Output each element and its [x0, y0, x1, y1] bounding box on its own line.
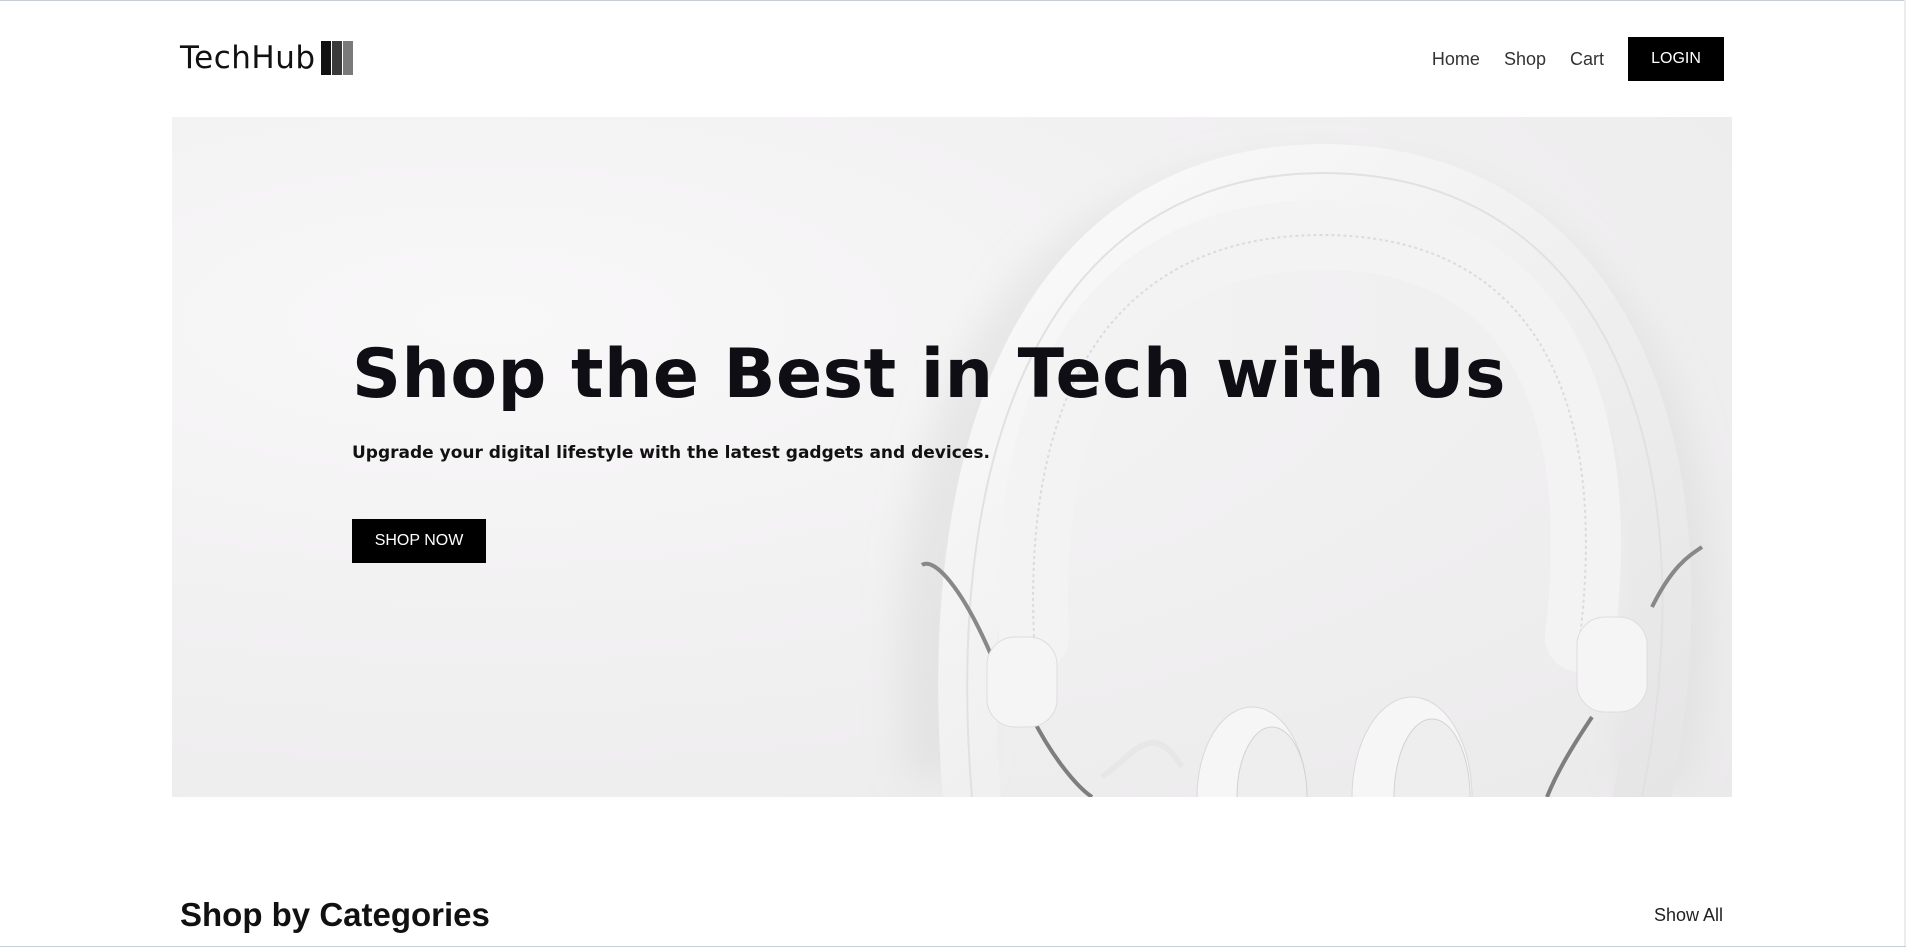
brand-name: TechHub [180, 40, 316, 76]
main-nav: Home Shop Cart LOGIN [1432, 37, 1724, 81]
hero-title: Shop the Best in Tech with Us [352, 335, 1506, 414]
hero-subtitle: Upgrade your digital lifestyle with the … [352, 443, 990, 463]
nav-home-link[interactable]: Home [1432, 49, 1480, 70]
nav-shop-link[interactable]: Shop [1504, 49, 1546, 70]
brand-logo[interactable]: TechHub [180, 40, 353, 76]
shop-now-button[interactable]: SHOP NOW [352, 519, 486, 563]
hero-banner: Shop the Best in Tech with Us Upgrade yo… [172, 117, 1732, 797]
login-button[interactable]: LOGIN [1628, 37, 1724, 81]
nav-cart-link[interactable]: Cart [1570, 49, 1604, 70]
site-header: TechHub Home Shop Cart LOGIN [0, 0, 1906, 117]
show-all-link[interactable]: Show All [1654, 905, 1723, 926]
brand-logo-bars-icon [320, 41, 353, 75]
categories-heading: Shop by Categories [180, 896, 490, 933]
